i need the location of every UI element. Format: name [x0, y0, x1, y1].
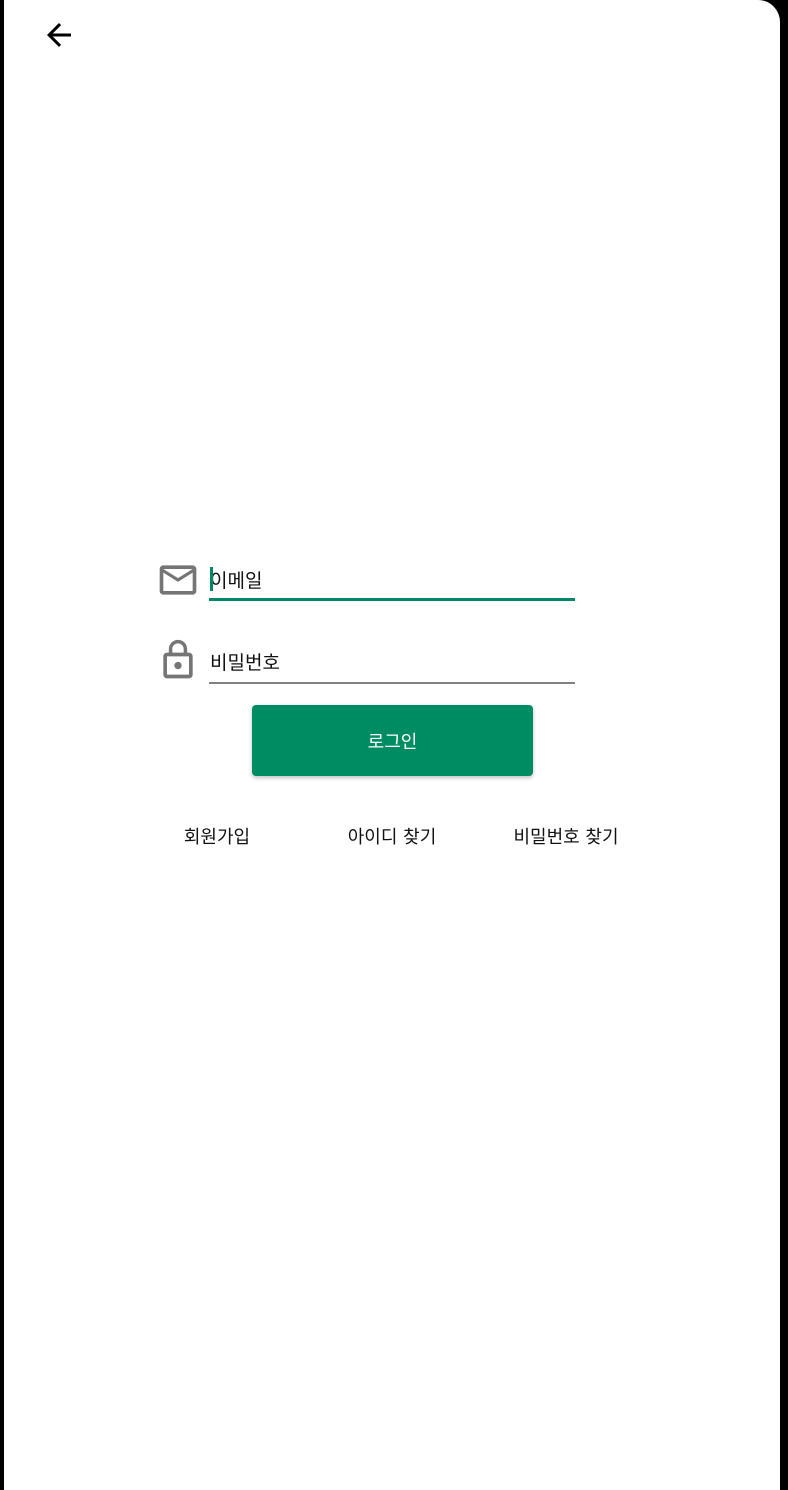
- find-id-link[interactable]: 아이디 찾기: [324, 818, 460, 854]
- arrow-left-icon: [47, 23, 71, 47]
- email-input[interactable]: [209, 562, 575, 600]
- email-field-wrapper: [209, 562, 575, 601]
- email-underline: [209, 598, 575, 601]
- password-input[interactable]: [209, 644, 575, 682]
- lock-icon: [156, 638, 200, 682]
- text-cursor: [210, 567, 213, 591]
- login-screen: 로그인 회원가입 아이디 찾기 비밀번호 찾기: [4, 0, 780, 1490]
- password-field-wrapper: [209, 644, 575, 684]
- mail-icon: [156, 558, 200, 602]
- password-underline: [209, 682, 575, 684]
- find-password-link[interactable]: 비밀번호 찾기: [498, 818, 634, 854]
- back-button[interactable]: [36, 12, 82, 58]
- login-button[interactable]: 로그인: [252, 705, 533, 776]
- signup-link[interactable]: 회원가입: [154, 818, 280, 854]
